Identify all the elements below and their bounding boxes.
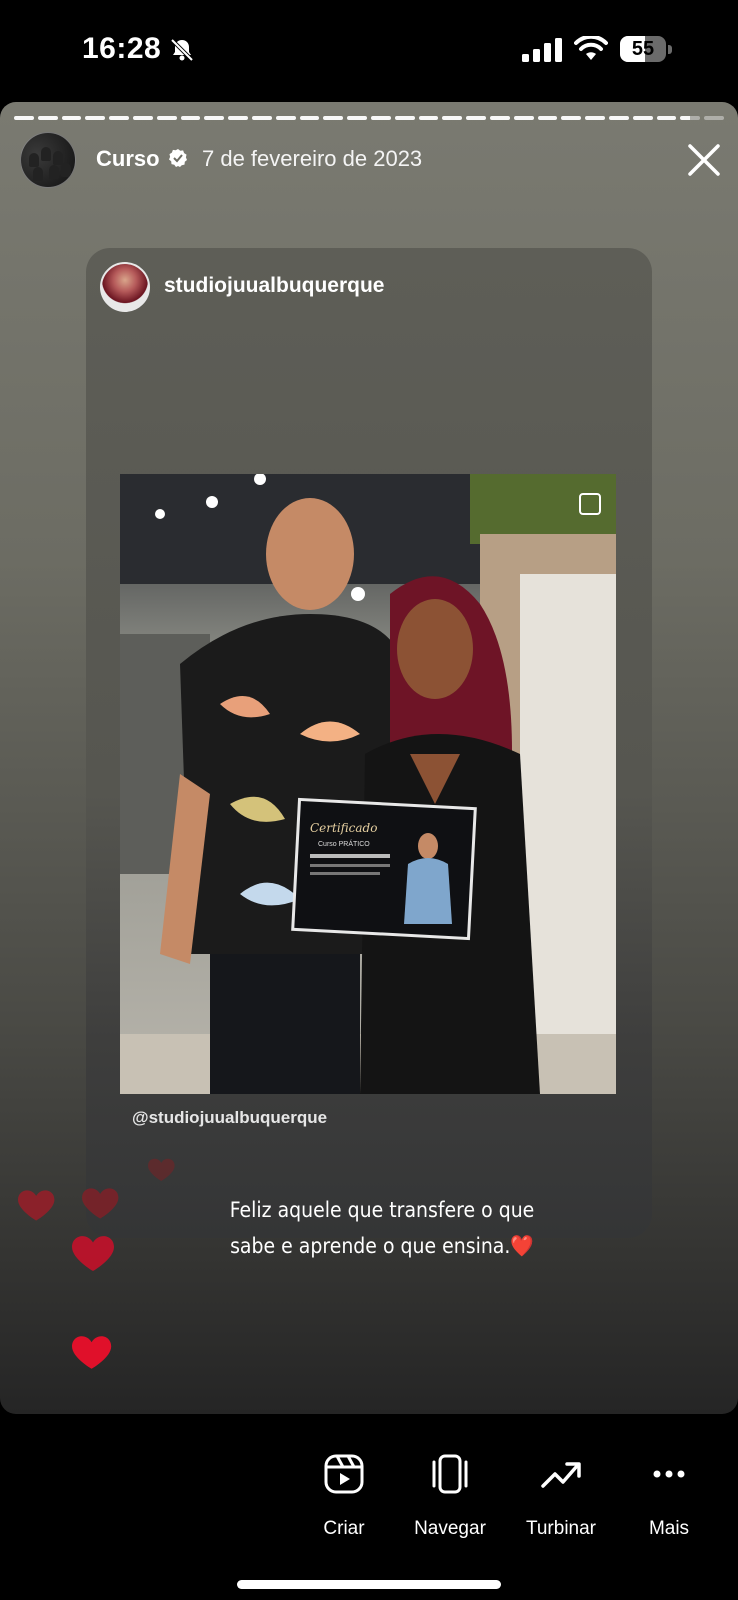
battery-percent: 55 xyxy=(631,38,655,60)
more-button[interactable]: Mais xyxy=(619,1452,719,1540)
boost-trend-icon xyxy=(541,1462,581,1488)
silent-bell-icon xyxy=(170,38,194,62)
heart-icon xyxy=(72,1336,112,1369)
home-indicator[interactable] xyxy=(237,1580,501,1589)
battery-indicator: 55 xyxy=(620,36,672,64)
browse-icon xyxy=(432,1454,468,1494)
browse-button[interactable]: Navegar xyxy=(400,1452,500,1540)
heart-icon xyxy=(18,1190,55,1221)
boost-button[interactable]: Turbinar xyxy=(511,1452,611,1540)
floating-hearts xyxy=(18,1158,175,1369)
reels-create-icon xyxy=(324,1454,364,1494)
create-button[interactable]: Criar xyxy=(294,1452,394,1540)
more-label: Mais xyxy=(648,1518,690,1539)
browse-label: Navegar xyxy=(414,1518,486,1539)
boost-label: Turbinar xyxy=(525,1518,597,1539)
cellular-signal-icon xyxy=(522,38,562,62)
heart-icon xyxy=(148,1158,175,1181)
wifi-icon xyxy=(574,36,608,60)
heart-icon xyxy=(82,1188,119,1219)
story-action-bar: Criar Navegar Turbinar Mais xyxy=(0,1414,738,1600)
status-time: 16:28 xyxy=(82,32,162,65)
status-bar: 16:28 55 xyxy=(0,0,738,100)
more-dots-icon xyxy=(653,1470,685,1478)
heart-icon xyxy=(72,1236,114,1271)
story-viewer[interactable]: Curso 7 de fevereiro de 2023 studiojuual… xyxy=(0,102,738,1414)
create-label: Criar xyxy=(323,1518,365,1539)
